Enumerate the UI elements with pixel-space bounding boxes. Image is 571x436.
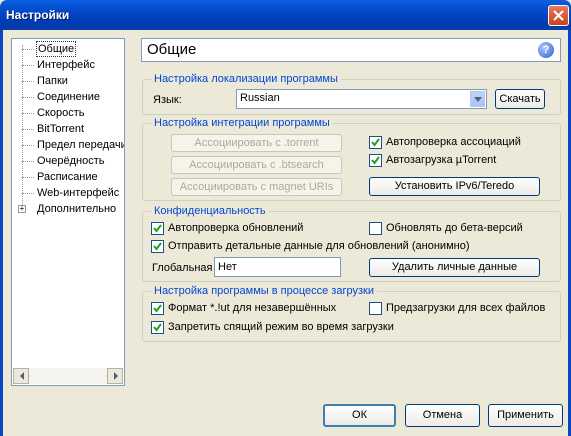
send-details-label[interactable]: Отправить детальные данные для обновлени… (168, 240, 470, 252)
title-bar[interactable]: Настройки (0, 0, 571, 30)
format-ut-label[interactable]: Формат *.!ut для незавершённых (168, 302, 336, 314)
chevron-left-icon (20, 372, 24, 380)
tree-connector (22, 45, 23, 209)
beta-updates-label[interactable]: Обновлять до бета-версий (386, 222, 523, 234)
prevent-sleep-label[interactable]: Запретить спящий режим во время загрузки (168, 321, 394, 333)
format-ut-checkbox[interactable] (151, 302, 164, 315)
window-border-left (0, 30, 3, 436)
help-icon[interactable]: ? (538, 42, 554, 58)
checkmark-icon (371, 156, 380, 165)
checkmark-icon (153, 242, 162, 251)
scroll-right-button[interactable] (107, 368, 123, 384)
autostart-checkbox[interactable] (369, 154, 382, 167)
auto-updates-label[interactable]: Автопроверка обновлений (168, 222, 303, 234)
language-select[interactable]: Russian (236, 89, 487, 109)
global-label: Глобальная (152, 262, 213, 274)
chevron-down-icon (474, 97, 482, 102)
privacy-group-title: Конфиденциальность (151, 205, 269, 217)
checkmark-icon (153, 304, 162, 313)
auto-check-associations-label[interactable]: Автопроверка ассоциаций (386, 136, 521, 148)
checkmark-icon (371, 138, 380, 147)
delete-personal-data-button[interactable]: Удалить личные данные (369, 258, 540, 277)
settings-window: Настройки Общие Интерфейс Папки Соединен… (0, 0, 571, 436)
autostart-label[interactable]: Автозагрузка µTorrent (386, 154, 496, 166)
download-settings-group: Настройка программы в процессе загрузки (142, 285, 561, 342)
integration-group-title: Настройка интеграции программы (151, 117, 333, 129)
global-id-field[interactable]: Нет (214, 257, 341, 277)
preallocate-label[interactable]: Предзагрузки для всех файлов (386, 302, 545, 314)
associate-torrent-button[interactable]: Ассоциировать с .torrent (171, 134, 342, 152)
chevron-right-icon (114, 372, 118, 380)
settings-tree[interactable]: Общие Интерфейс Папки Соединение Скорост… (11, 38, 125, 386)
close-icon (553, 10, 564, 21)
prevent-sleep-checkbox[interactable] (151, 321, 164, 334)
beta-updates-checkbox[interactable] (369, 222, 382, 235)
download-settings-group-title: Настройка программы в процессе загрузки (151, 285, 377, 297)
language-label: Язык: (153, 94, 182, 106)
checkmark-icon (153, 323, 162, 332)
associate-magnet-button[interactable]: Ассоциировать с magnet URIs (171, 178, 342, 196)
window-title: Настройки (6, 8, 70, 22)
auto-updates-checkbox[interactable] (151, 222, 164, 235)
cancel-button[interactable]: Отмена (405, 404, 480, 427)
send-details-checkbox[interactable] (151, 240, 164, 253)
scroll-left-button[interactable] (13, 368, 29, 384)
auto-check-associations-checkbox[interactable] (369, 136, 382, 149)
tree-horizontal-scrollbar[interactable] (13, 368, 123, 384)
associate-btsearch-button[interactable]: Ассоциировать с .btsearch (171, 156, 342, 174)
download-language-button[interactable]: Скачать (495, 89, 545, 109)
apply-button[interactable]: Применить (488, 404, 563, 427)
ok-button[interactable]: ОК (323, 404, 396, 427)
expand-icon[interactable]: + (18, 205, 26, 213)
checkmark-icon (153, 224, 162, 233)
page-title: Общие (147, 41, 197, 58)
preallocate-checkbox[interactable] (369, 302, 382, 315)
localization-group-title: Настройка локализации программы (151, 73, 341, 85)
page-header: Общие ? (141, 38, 561, 62)
dropdown-arrow[interactable] (470, 91, 485, 107)
close-button[interactable] (548, 5, 569, 26)
install-ipv6-button[interactable]: Установить IPv6/Teredo (369, 177, 540, 196)
